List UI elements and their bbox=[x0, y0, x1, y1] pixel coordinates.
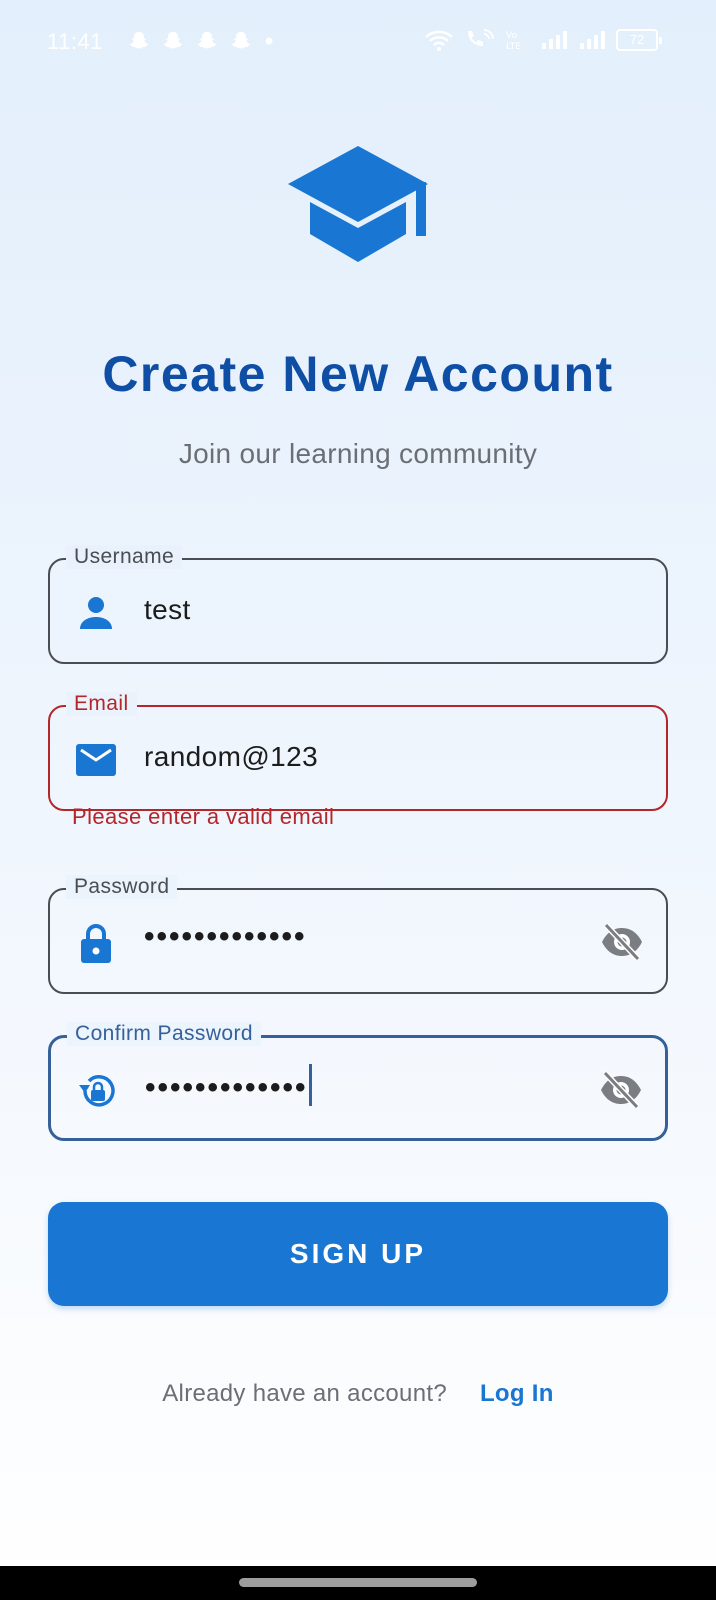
email-value: random@123 bbox=[144, 741, 319, 772]
text-cursor bbox=[308, 1064, 312, 1106]
username-label: Username bbox=[66, 545, 183, 569]
navigation-bar bbox=[0, 1566, 716, 1600]
mail-icon bbox=[76, 744, 116, 776]
lock-reset-icon bbox=[79, 1075, 115, 1107]
status-time: 11:41 bbox=[47, 29, 103, 54]
password-field[interactable]: Password ••••••••••••• bbox=[48, 875, 668, 994]
visibility-off-icon[interactable] bbox=[599, 1070, 643, 1110]
login-prompt: Already have an account? bbox=[162, 1380, 447, 1407]
snapchat-icon bbox=[129, 31, 149, 49]
snapchat-icon bbox=[163, 31, 183, 49]
dot-icon bbox=[265, 37, 273, 45]
snapchat-icon bbox=[231, 31, 251, 49]
signal-icon bbox=[580, 31, 605, 49]
signal-icon bbox=[542, 31, 567, 49]
battery-icon: 72 bbox=[616, 29, 662, 51]
volte-icon: VoLTE bbox=[506, 31, 521, 52]
email-label: Email bbox=[66, 692, 137, 716]
svg-text:LTE: LTE bbox=[506, 42, 521, 52]
wifi-icon bbox=[425, 30, 453, 51]
home-handle[interactable] bbox=[239, 1578, 477, 1587]
wifi-calling-icon bbox=[468, 29, 494, 46]
login-link[interactable]: Log In bbox=[480, 1380, 554, 1407]
page-subtitle: Join our learning community bbox=[178, 438, 538, 469]
signup-button[interactable]: SIGN UP bbox=[48, 1202, 668, 1306]
lock-icon bbox=[81, 924, 111, 963]
snapchat-icon bbox=[197, 31, 217, 49]
svg-text:Vo: Vo bbox=[506, 31, 517, 41]
confirm-password-field[interactable]: Confirm Password ••••••••••••• bbox=[48, 1022, 668, 1141]
system-icons: Vo LTE 72 bbox=[424, 28, 662, 52]
password-value: ••••••••••••• bbox=[144, 920, 307, 953]
status-bar: 11:41 Vo LTE 72 bbox=[0, 0, 716, 84]
graduation-cap-icon bbox=[288, 146, 428, 262]
username-field[interactable]: Username test bbox=[48, 545, 668, 664]
confirm-password-value: ••••••••••••• bbox=[145, 1064, 312, 1110]
confirm-password-label: Confirm Password bbox=[67, 1022, 261, 1046]
login-row: Already have an account? Log In bbox=[0, 1380, 716, 1408]
person-icon bbox=[80, 597, 112, 629]
password-label: Password bbox=[66, 875, 178, 899]
page-title: Create New Account bbox=[102, 346, 614, 402]
email-error-text: Please enter a valid email bbox=[72, 804, 335, 829]
notification-icons bbox=[128, 30, 274, 52]
visibility-off-icon[interactable] bbox=[600, 922, 644, 962]
username-value: test bbox=[144, 594, 191, 625]
email-field[interactable]: Email random@123 bbox=[48, 692, 668, 811]
